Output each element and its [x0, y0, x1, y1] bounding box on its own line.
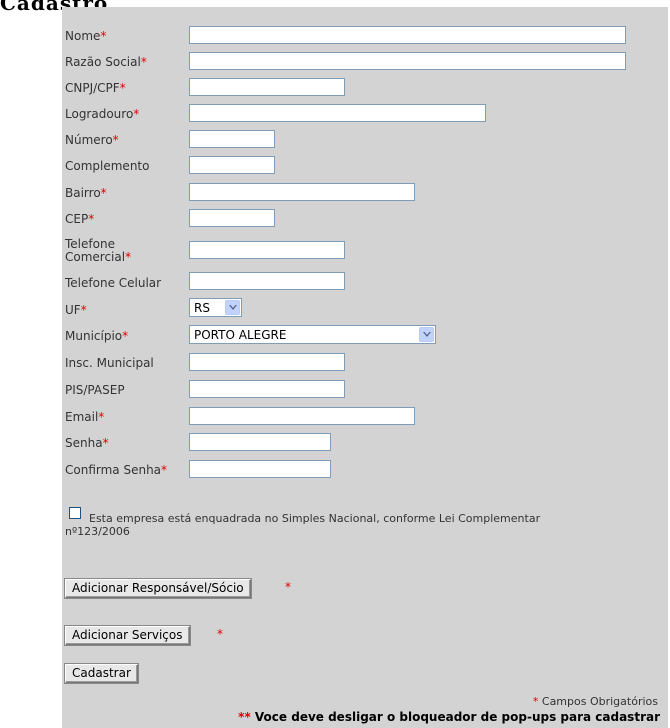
- bairro-input[interactable]: [189, 183, 415, 201]
- label-numero: Número*: [65, 133, 119, 147]
- nome-input[interactable]: [189, 26, 626, 44]
- add-responsavel-button[interactable]: Adicionar Responsável/Sócio: [65, 579, 251, 598]
- logradouro-input[interactable]: [189, 104, 486, 122]
- municipio-select[interactable]: PORTO ALEGRE: [189, 325, 436, 344]
- add-servicos-required-mark: *: [217, 627, 223, 641]
- registration-form-panel: Nome* Razão Social* CNPJ/CPF* Logradouro…: [62, 7, 668, 728]
- label-nome: Nome*: [65, 29, 107, 43]
- uf-dropdown-arrow-icon[interactable]: [225, 300, 240, 315]
- razao-social-input[interactable]: [189, 52, 626, 70]
- numero-input[interactable]: [189, 130, 275, 148]
- telefone-celular-input[interactable]: [189, 272, 345, 290]
- add-servicos-button[interactable]: Adicionar Serviços: [65, 626, 190, 645]
- municipio-selected-value: PORTO ALEGRE: [194, 328, 287, 342]
- email-input[interactable]: [189, 407, 415, 425]
- complemento-input[interactable]: [189, 156, 275, 174]
- label-pis-pasep: PIS/PASEP: [65, 383, 125, 397]
- insc-municipal-input[interactable]: [189, 353, 345, 371]
- cnpj-cpf-input[interactable]: [189, 78, 345, 96]
- required-fields-note: * Campos Obrigatórios: [532, 695, 658, 708]
- label-cnpj-cpf: CNPJ/CPF*: [65, 81, 126, 95]
- confirma-senha-input[interactable]: [189, 460, 331, 478]
- telefone-comercial-input[interactable]: [189, 241, 345, 259]
- label-insc-municipal: Insc. Municipal: [65, 356, 154, 370]
- senha-input[interactable]: [189, 433, 331, 451]
- label-cep: CEP*: [65, 212, 95, 226]
- pis-pasep-input[interactable]: [189, 380, 345, 398]
- cadastrar-button[interactable]: Cadastrar: [65, 664, 138, 683]
- label-telefone-comercial: Telefone Comercial*: [65, 237, 132, 264]
- label-complemento: Complemento: [65, 159, 150, 173]
- label-municipio: Município*: [65, 329, 129, 343]
- label-email: Email*: [65, 410, 105, 424]
- municipio-dropdown-arrow-icon[interactable]: [419, 327, 434, 342]
- label-uf: UF*: [65, 303, 87, 317]
- label-razao-social: Razão Social*: [65, 55, 147, 69]
- popup-blocker-note: ** Voce deve desligar o bloqueador de po…: [238, 710, 660, 724]
- label-confirma-senha: Confirma Senha*: [65, 463, 168, 477]
- uf-select[interactable]: RS: [189, 298, 242, 317]
- label-telefone-celular: Telefone Celular: [65, 276, 162, 290]
- label-bairro: Bairro*: [65, 186, 107, 200]
- cep-input[interactable]: [189, 209, 275, 227]
- uf-selected-value: RS: [194, 301, 210, 315]
- label-senha: Senha*: [65, 436, 109, 450]
- simples-nacional-label: Esta empresa está enquadrada no Simples …: [65, 512, 541, 538]
- label-logradouro: Logradouro*: [65, 107, 140, 121]
- add-responsavel-required-mark: *: [285, 580, 291, 594]
